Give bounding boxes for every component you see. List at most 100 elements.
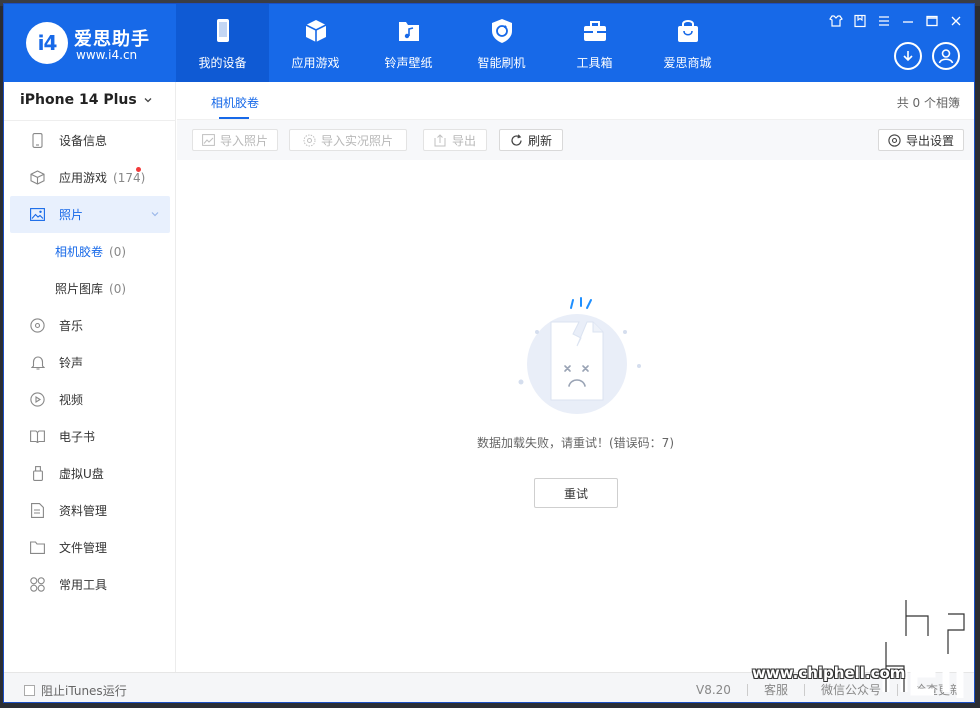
watermark: www.chiphell.com: [746, 592, 976, 704]
minimize-icon[interactable]: [898, 12, 918, 30]
photo-library-count: (0): [109, 281, 127, 296]
button-label: 导入照片: [219, 133, 268, 148]
tab-bar: 相机胶卷 共 0 个相簿: [177, 82, 974, 120]
version-label: V8.20: [696, 682, 731, 697]
sidebar-item-photos[interactable]: 照片: [10, 196, 170, 233]
photo-icon: [30, 207, 45, 222]
nav-label: 智能刷机: [477, 56, 526, 70]
sidebar-item-label: 音乐: [59, 319, 84, 333]
chevron-down-icon: [151, 212, 159, 217]
sidebar-item-music[interactable]: 音乐: [4, 307, 176, 344]
nav-label: 铃声壁纸: [384, 56, 433, 70]
music-icon: [30, 318, 45, 333]
app-url: www.i4.cn: [76, 48, 138, 62]
import-photos-button[interactable]: 导入照片: [192, 129, 278, 151]
nav-store[interactable]: 爱思商城: [641, 4, 734, 82]
video-icon: [30, 392, 45, 407]
usb-icon: [30, 466, 45, 481]
document-icon: [30, 503, 45, 518]
retry-button[interactable]: 重试: [534, 478, 618, 508]
nav-smart-flash[interactable]: 智能刷机: [455, 4, 548, 82]
sidebar-item-label: 虚拟U盘: [59, 467, 104, 481]
nav-label: 应用游戏: [291, 56, 340, 70]
top-nav: 我的设备 应用游戏 铃声壁纸 智能刷机 工具箱 爱思商城: [176, 4, 734, 82]
settings-icon: [888, 133, 901, 147]
sidebar-item-label: 设备信息: [59, 134, 108, 148]
sidebar-item-videos[interactable]: 视频: [4, 381, 176, 418]
error-message: 数据加载失败，请重试！(错误码：7): [477, 436, 674, 450]
refresh-shield-icon: [491, 19, 512, 43]
sidebar-list: 设备信息 应用游戏 (174) 照片 相机胶卷 (0) 照片图库 (0) 音乐 …: [4, 122, 176, 603]
apps-icon: [30, 170, 45, 185]
sidebar-item-label: 电子书: [59, 430, 96, 444]
sidebar-item-common-tools[interactable]: 常用工具: [4, 566, 176, 603]
export-settings-button[interactable]: 导出设置: [878, 129, 964, 151]
music-folder-icon: [398, 22, 419, 41]
sidebar-item-file-management[interactable]: 文件管理: [4, 529, 176, 566]
button-label: 刷新: [527, 133, 552, 148]
image-import-icon: [202, 134, 215, 147]
account-icon[interactable]: [932, 42, 960, 70]
sidebar-item-camera-roll[interactable]: 相机胶卷 (0): [4, 233, 176, 270]
toolbar: 导入照片 导入实况照片 导出 刷新 导出设置: [177, 120, 974, 160]
sidebar-item-virtual-udisk[interactable]: 虚拟U盘: [4, 455, 176, 492]
sidebar-item-label: 铃声: [59, 356, 84, 370]
sidebar: iPhone 14 Plus 设备信息 应用游戏 (174) 照片 相机胶卷 (…: [4, 82, 176, 672]
folder-icon: [30, 540, 45, 555]
export-button[interactable]: 导出: [423, 129, 487, 151]
album-total: 共 0 个相簿: [896, 96, 960, 110]
block-itunes-checkbox[interactable]: 阻止iTunes运行: [24, 682, 127, 699]
sidebar-item-label: 资料管理: [59, 504, 108, 518]
button-label: 导入实况照片: [320, 133, 393, 148]
sidebar-item-device-info[interactable]: 设备信息: [4, 122, 176, 159]
checkbox-box[interactable]: [24, 685, 35, 696]
feedback-icon[interactable]: [850, 12, 870, 30]
nav-label: 工具箱: [576, 56, 613, 70]
close-icon[interactable]: [946, 12, 966, 30]
sidebar-item-label: 相机胶卷: [55, 245, 104, 259]
sidebar-item-label: 照片: [59, 208, 84, 222]
app-header: i4 爱思助手 www.i4.cn 我的设备 应用游戏 铃声壁纸 智能刷机 工具…: [4, 4, 974, 82]
window-controls: [826, 12, 966, 30]
refresh-icon: [510, 133, 523, 147]
device-selector[interactable]: iPhone 14 Plus: [20, 92, 153, 108]
tab-indicator: [219, 117, 249, 119]
import-live-photos-button[interactable]: 导入实况照片: [289, 129, 407, 151]
download-icon[interactable]: [894, 42, 922, 70]
app-count: (174): [113, 170, 146, 185]
sidebar-item-photo-library[interactable]: 照片图库 (0): [4, 270, 176, 307]
tab-camera-roll[interactable]: 相机胶卷: [211, 94, 259, 111]
sidebar-item-label: 常用工具: [59, 578, 108, 592]
sidebar-item-label: 照片图库: [55, 282, 104, 296]
toolbox-icon: [583, 21, 606, 41]
book-icon: [30, 429, 45, 444]
nav-apps-games[interactable]: 应用游戏: [269, 4, 362, 82]
main-content: 相机胶卷 共 0 个相簿 导入照片 导入实况照片 导出 刷新 导出设置 数据加载…: [177, 82, 974, 672]
live-photo-icon: [303, 134, 316, 147]
button-label: 导出: [451, 133, 476, 148]
refresh-button[interactable]: 刷新: [499, 129, 563, 151]
sidebar-item-ebooks[interactable]: 电子书: [4, 418, 176, 455]
sidebar-item-apps-games[interactable]: 应用游戏 (174): [4, 159, 176, 196]
nav-ringtones-wallpapers[interactable]: 铃声壁纸: [362, 4, 455, 82]
export-icon: [434, 133, 447, 147]
sidebar-item-ringtones[interactable]: 铃声: [4, 344, 176, 381]
device-icon: [30, 133, 45, 148]
checkbox-label: 阻止iTunes运行: [41, 684, 127, 698]
load-error-illustration: [518, 297, 641, 414]
tools-icon: [30, 577, 45, 592]
skin-icon[interactable]: [826, 12, 846, 30]
menu-icon[interactable]: [874, 12, 894, 30]
device-name: iPhone 14 Plus: [20, 92, 137, 108]
sidebar-item-label: 视频: [59, 393, 84, 407]
camera-roll-count: (0): [109, 244, 127, 259]
maximize-icon[interactable]: [922, 12, 942, 30]
nav-toolbox[interactable]: 工具箱: [548, 4, 641, 82]
nav-label: 我的设备: [198, 56, 247, 70]
chevron-down-icon: [144, 98, 152, 103]
nav-my-device[interactable]: 我的设备: [176, 4, 269, 82]
sidebar-item-data-management[interactable]: 资料管理: [4, 492, 176, 529]
logo-mark-icon: i4: [26, 22, 68, 64]
phone-icon: [216, 19, 229, 42]
chiphell-logo-icon: [882, 600, 968, 698]
